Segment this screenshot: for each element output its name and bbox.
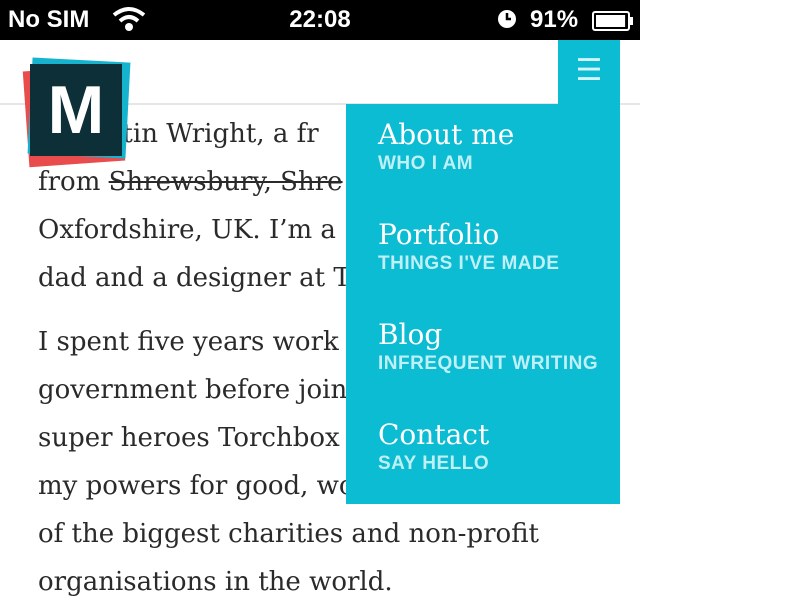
nav-item-label: Portfolio — [378, 218, 500, 251]
nav-item-about[interactable]: About me WHO I AM — [378, 118, 618, 176]
alarm-icon — [496, 8, 518, 37]
nav-item-label: About me — [378, 118, 515, 151]
text-line: I spent five years work — [38, 327, 339, 357]
nav-item-subtitle: WHO I AM — [378, 153, 474, 174]
nav-item-subtitle: THINGS I'VE MADE — [378, 253, 560, 274]
nav-item-blog[interactable]: Blog INFREQUENT WRITING — [378, 318, 618, 376]
nav-item-contact[interactable]: Contact SAY HELLO — [378, 418, 618, 476]
nav-item-portfolio[interactable]: Portfolio THINGS I'VE MADE — [378, 218, 618, 276]
web-page: rtin Wright, a fr from Shrewsbury, Shre … — [0, 40, 640, 600]
nav-item-label: Blog — [378, 318, 443, 351]
hamburger-icon: ☰ — [575, 53, 603, 88]
text-line: organisations in the world. — [38, 567, 393, 597]
nav-item-subtitle: SAY HELLO — [378, 453, 490, 474]
logo-letter: M — [30, 64, 122, 156]
site-logo[interactable]: M — [22, 57, 134, 168]
nav-item-label: Contact — [378, 418, 490, 451]
nav-item-subtitle: INFREQUENT WRITING — [378, 353, 599, 374]
text-line: dad and a designer at T — [38, 263, 351, 293]
text-line: super heroes Torchbox — [38, 423, 340, 453]
nav-dropdown: About me WHO I AM Portfolio THINGS I'VE … — [346, 104, 620, 504]
text-line: government before join — [38, 375, 348, 405]
text-line: Oxfordshire, UK. I’m a — [38, 215, 336, 245]
text-line: from — [38, 167, 109, 197]
text-line: of the biggest charities and non-profit — [38, 519, 539, 549]
battery-icon — [592, 10, 634, 38]
status-bar: No SIM 22:08 91% — [0, 0, 640, 40]
battery-percent: 91% — [530, 6, 579, 33]
menu-toggle-button[interactable]: ☰ — [558, 40, 620, 104]
struck-text: Shrewsbury, Shre — [108, 167, 343, 197]
